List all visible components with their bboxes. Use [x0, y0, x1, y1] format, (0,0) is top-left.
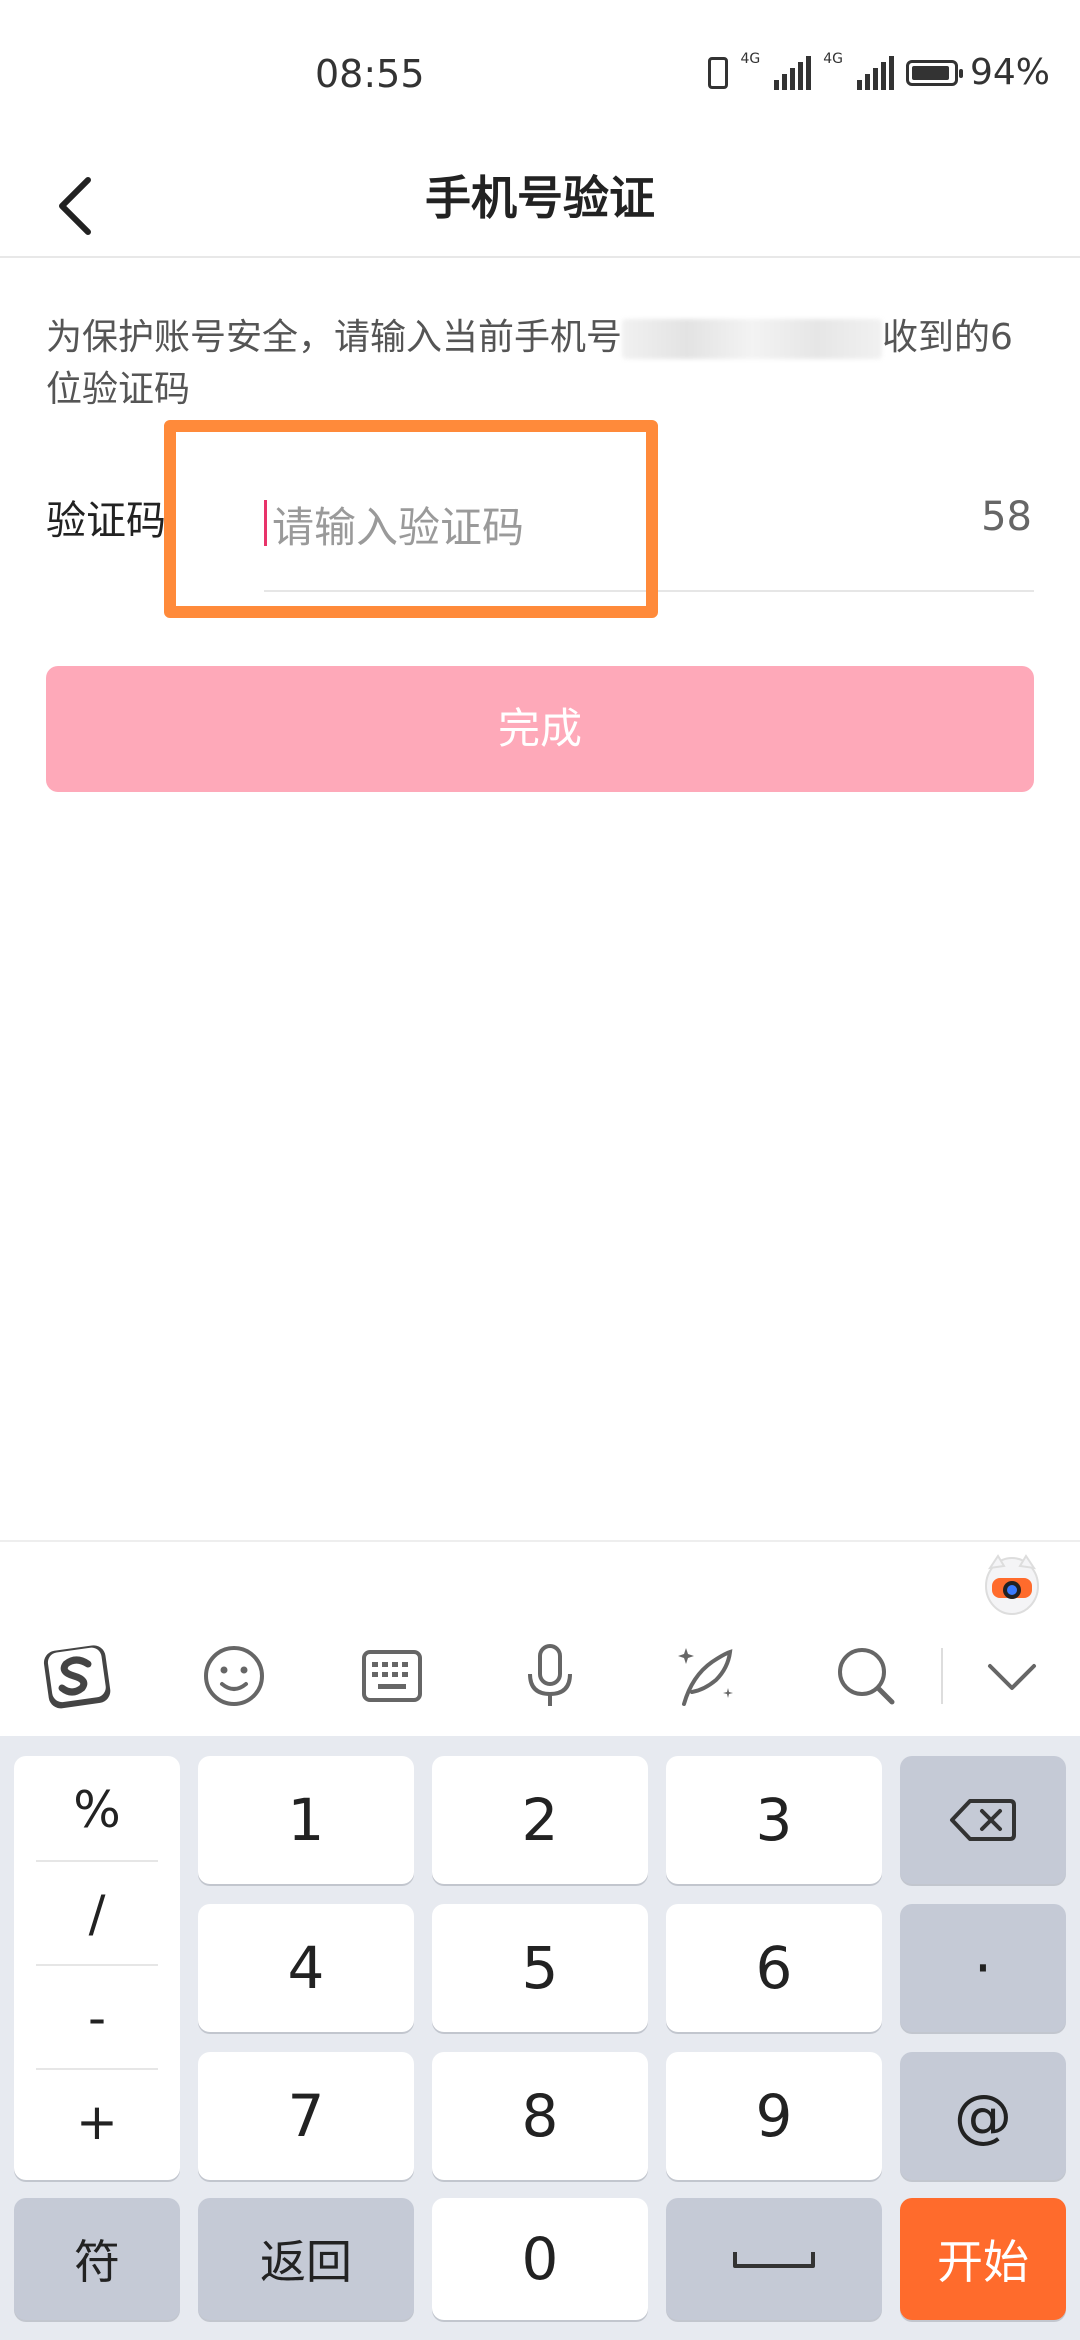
go-key[interactable]: 开始 — [900, 2198, 1066, 2320]
assistant-mascot-icon[interactable] — [980, 1548, 1044, 1618]
microphone-icon[interactable] — [514, 1640, 586, 1712]
battery-icon — [905, 59, 963, 86]
code-label: 验证码 — [46, 498, 166, 544]
back-key[interactable]: 返回 — [198, 2198, 414, 2320]
symbol-switch-key[interactable]: 符 — [14, 2198, 180, 2320]
key-4[interactable]: 4 — [198, 1904, 414, 2032]
network-type-2: 4G — [823, 51, 843, 67]
done-button[interactable]: 完成 — [46, 666, 1034, 792]
key-3[interactable]: 3 — [666, 1756, 882, 1884]
space-icon — [733, 2252, 815, 2268]
vibrate-icon — [708, 56, 729, 89]
at-key[interactable]: @ — [900, 2052, 1066, 2180]
emoji-icon[interactable] — [198, 1640, 270, 1712]
signal-icon-2 — [856, 55, 894, 90]
handwriting-icon[interactable] — [672, 1640, 744, 1712]
search-icon[interactable] — [830, 1640, 902, 1712]
toolbar-divider — [941, 1648, 943, 1704]
space-key[interactable] — [666, 2198, 882, 2320]
sogou-logo-icon[interactable] — [40, 1640, 112, 1712]
key-9[interactable]: 9 — [666, 2052, 882, 2180]
status-icons: 4G 4G 94% — [708, 52, 1050, 93]
backspace-key[interactable] — [900, 1756, 1066, 1884]
symbol-key-slash[interactable]: / — [14, 1862, 180, 1966]
keyboard-icon[interactable] — [356, 1640, 428, 1712]
symbol-key-percent[interactable]: % — [14, 1758, 180, 1862]
symbol-key-plus[interactable]: + — [14, 2070, 180, 2174]
symbol-key-minus[interactable]: - — [14, 1966, 180, 2070]
instruction-text: 为保护账号安全，请输入当前手机号 收到的6位验证码 — [46, 312, 1026, 416]
instruction-prefix: 为保护账号安全，请输入当前手机号 — [46, 317, 623, 358]
key-6[interactable]: 6 — [666, 1904, 882, 2032]
backspace-icon — [950, 1799, 1016, 1841]
key-1[interactable]: 1 — [198, 1756, 414, 1884]
network-type-1: 4G — [740, 51, 761, 67]
key-8[interactable]: 8 — [432, 2052, 648, 2180]
status-time: 08:55 — [315, 52, 425, 96]
key-0[interactable]: 0 — [432, 2198, 648, 2320]
key-5[interactable]: 5 — [432, 1904, 648, 2032]
highlight-box — [164, 420, 658, 618]
dot-key[interactable]: · — [900, 1904, 1066, 2032]
key-7[interactable]: 7 — [198, 2052, 414, 2180]
symbol-column[interactable]: % / - + — [14, 1756, 180, 2180]
signal-icon — [774, 55, 812, 90]
masked-phone-number — [622, 319, 883, 359]
battery-level — [911, 65, 950, 80]
key-2[interactable]: 2 — [432, 1756, 648, 1884]
page-title: 手机号验证 — [425, 171, 655, 225]
battery-percent: 94% — [969, 52, 1050, 93]
collapse-icon[interactable] — [976, 1640, 1048, 1712]
resend-countdown: 58 — [981, 494, 1032, 540]
